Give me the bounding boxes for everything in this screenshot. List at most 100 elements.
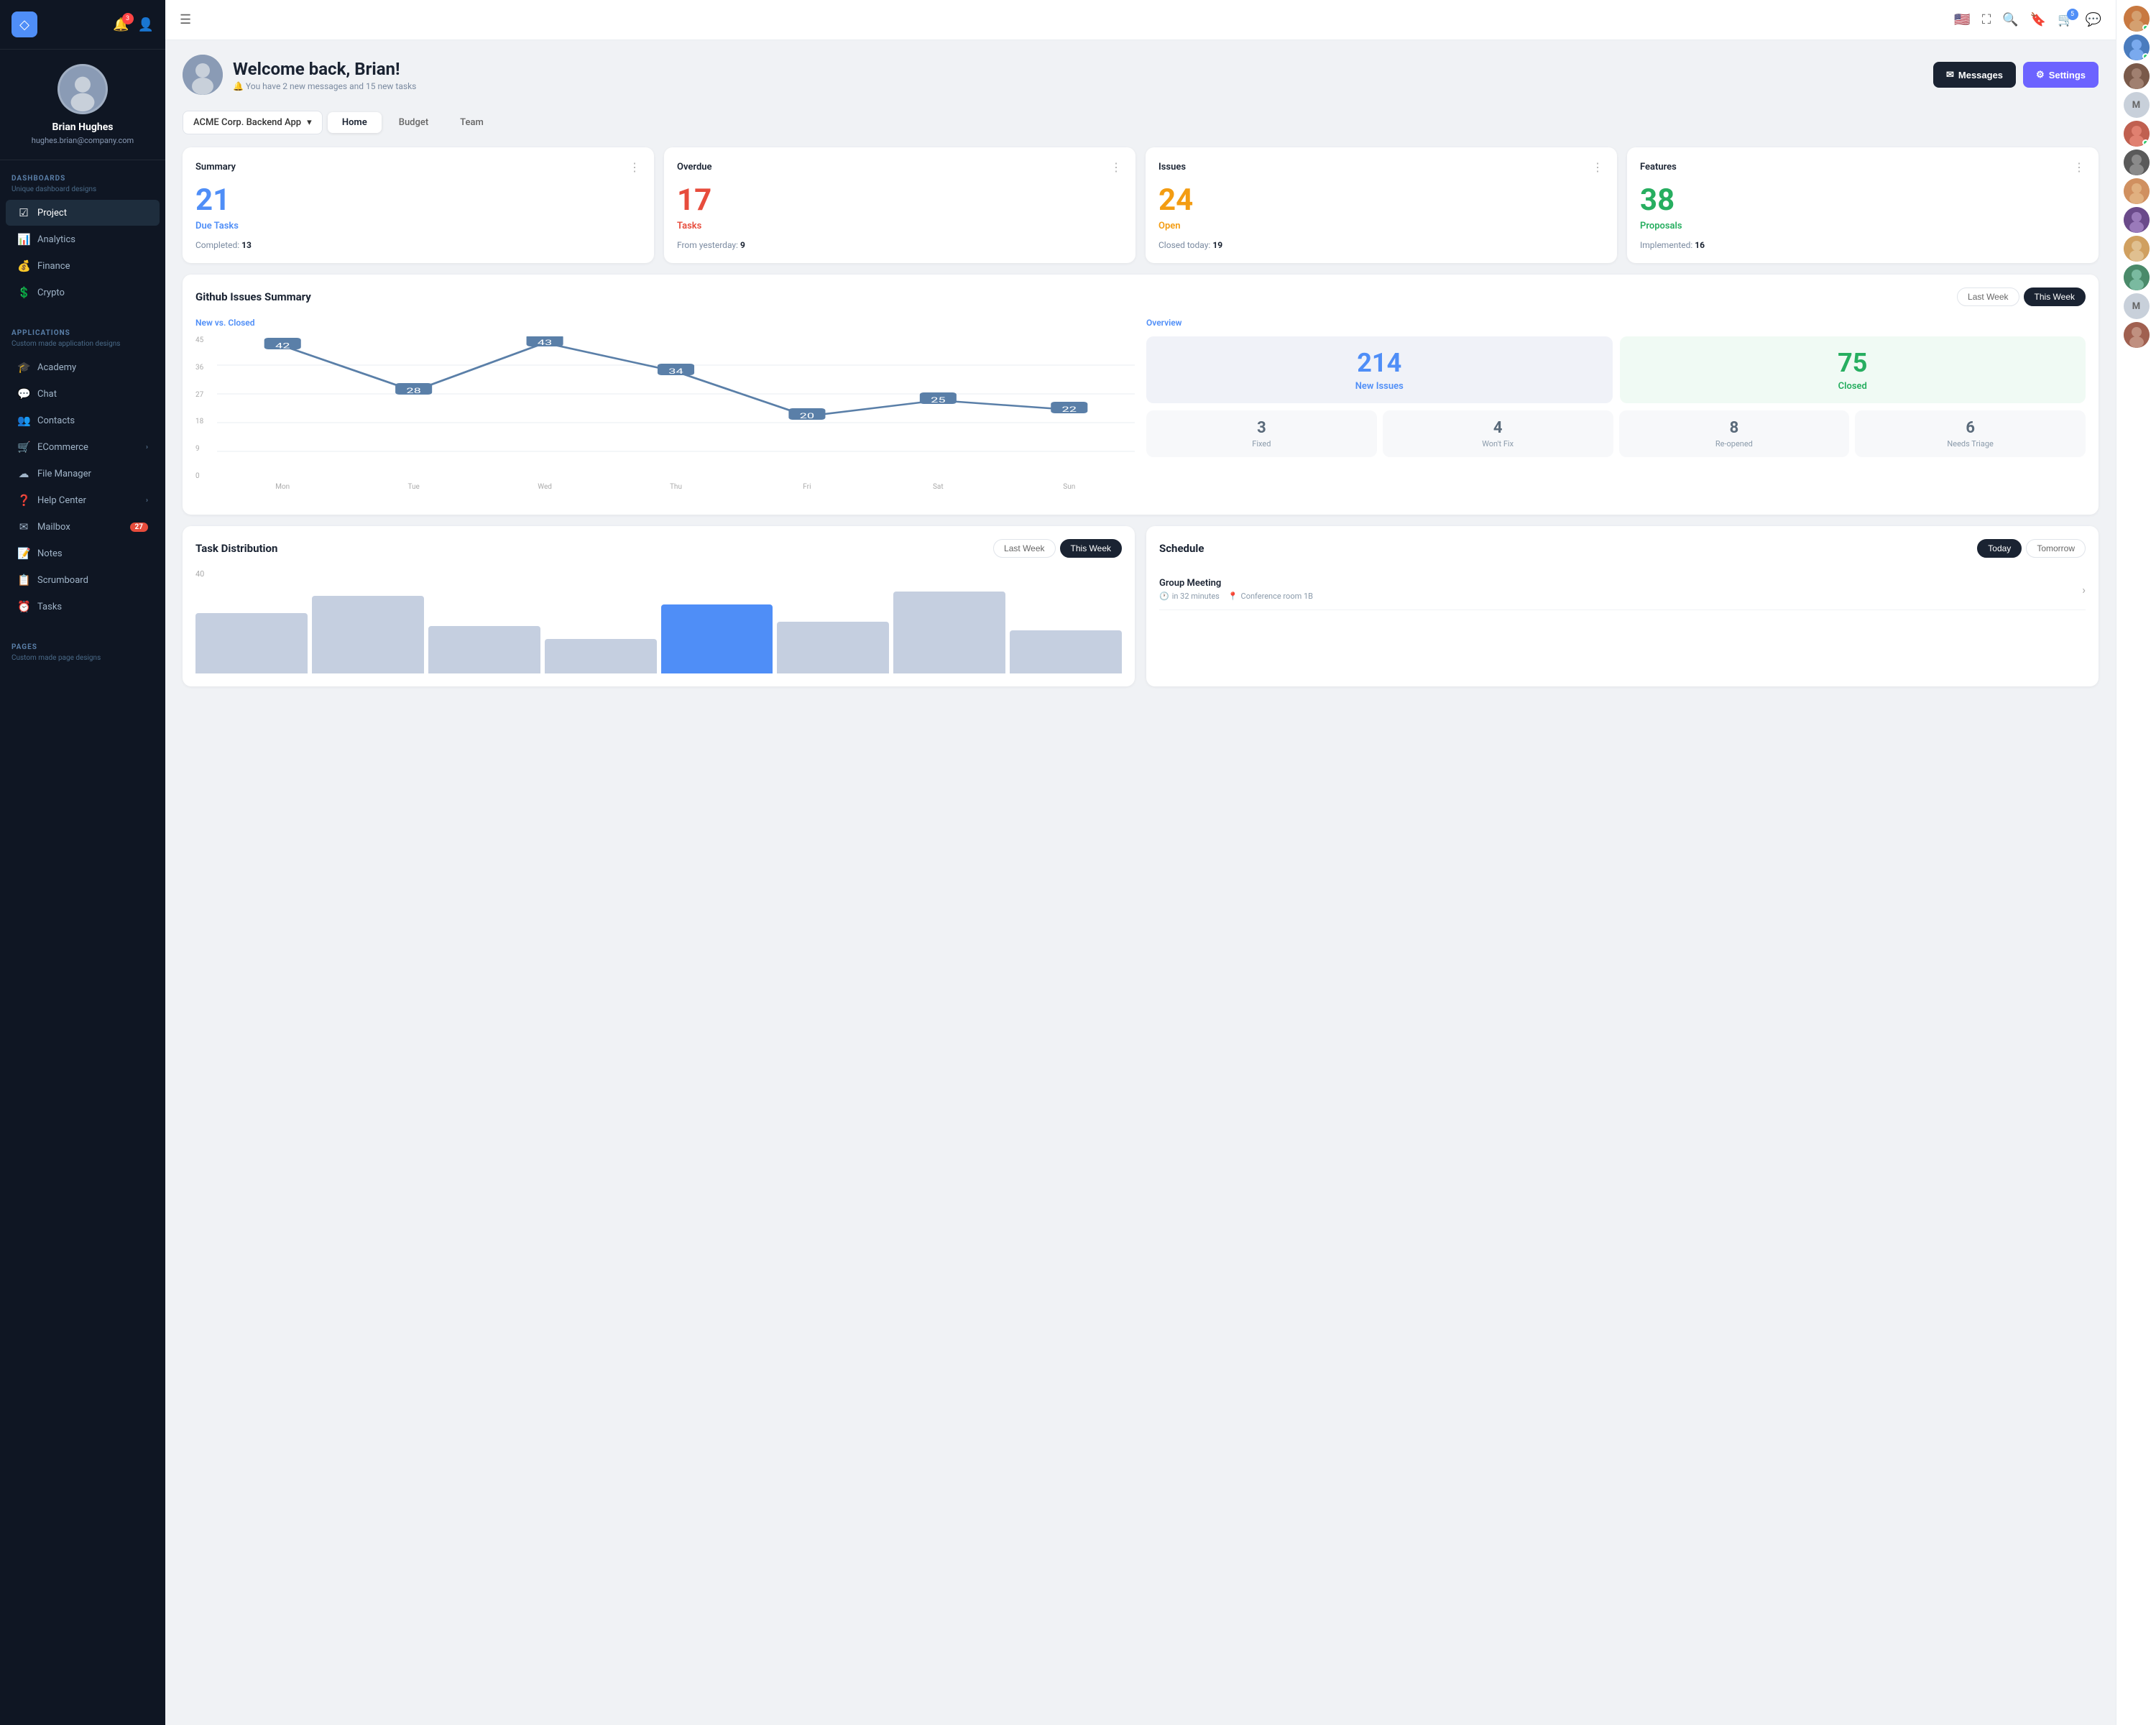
right-avatar-6[interactable] <box>2124 178 2150 204</box>
status-dot <box>2142 24 2149 31</box>
right-avatar-m1[interactable]: M <box>2124 92 2150 118</box>
schedule-location: 📍 Conference room 1B <box>1228 592 1313 601</box>
overdue-title: Overdue <box>677 162 712 172</box>
summary-menu-icon[interactable]: ⋮ <box>629 160 641 174</box>
right-avatar-2[interactable] <box>2124 34 2150 60</box>
search-icon[interactable]: 🔍 <box>2002 12 2018 27</box>
user-name: Brian Hughes <box>11 121 154 133</box>
sidebar-item-filemanager[interactable]: ☁ File Manager <box>6 461 160 487</box>
github-week-toggle: Last Week This Week <box>1957 288 2086 306</box>
sidebar-item-academy[interactable]: 🎓 Academy <box>6 354 160 380</box>
welcome-left: Welcome back, Brian! 🔔 You have 2 new me… <box>183 55 416 95</box>
y-label-18: 18 <box>195 418 213 426</box>
sidebar-item-crypto[interactable]: 💲 Crypto <box>6 280 160 305</box>
schedule-header: Schedule Today Tomorrow <box>1159 539 2086 558</box>
sidebar-item-notes[interactable]: 📝 Notes <box>6 540 160 566</box>
welcome-avatar <box>183 55 223 95</box>
sidebar-item-label: Crypto <box>37 288 148 298</box>
svg-text:42: 42 <box>275 341 290 350</box>
sidebar-item-project[interactable]: ☑ Project <box>6 200 160 226</box>
schedule-card: Schedule Today Tomorrow Group Meeting 🕐 … <box>1146 526 2099 686</box>
task-this-week-button[interactable]: This Week <box>1060 539 1122 558</box>
contacts-icon: 👥 <box>17 414 30 427</box>
right-avatar-m2[interactable]: M <box>2124 293 2150 319</box>
task-dist-header: Task Distribution Last Week This Week <box>195 539 1122 558</box>
sidebar-item-finance[interactable]: 💰 Finance <box>6 253 160 279</box>
chart-inner: 42 28 43 34 20 25 <box>217 336 1135 502</box>
task-last-week-button[interactable]: Last Week <box>993 539 1055 558</box>
bookmark-icon[interactable]: 🔖 <box>2030 12 2046 27</box>
tab-team[interactable]: Team <box>446 112 498 133</box>
arrow-icon: › <box>146 443 148 451</box>
location-icon: 📍 <box>1228 592 1238 601</box>
right-avatar-8[interactable] <box>2124 236 2150 262</box>
sidebar-item-helpcenter[interactable]: ❓ Help Center › <box>6 487 160 513</box>
reopened-card: 8 Re-opened <box>1619 410 1850 457</box>
sidebar-item-label: File Manager <box>37 469 148 479</box>
sidebar-logo[interactable]: ◇ <box>11 12 37 37</box>
right-avatar-10[interactable] <box>2124 322 2150 348</box>
issues-menu-icon[interactable]: ⋮ <box>1592 160 1604 174</box>
messages-button[interactable]: ✉ Messages <box>1933 62 2016 88</box>
right-avatar-9[interactable] <box>2124 264 2150 290</box>
triage-number: 6 <box>1864 419 2077 437</box>
wontfix-card: 4 Won't Fix <box>1383 410 1613 457</box>
tab-budget[interactable]: Budget <box>384 112 443 133</box>
tab-bar: Home Budget Team <box>325 109 501 136</box>
tomorrow-button[interactable]: Tomorrow <box>2026 539 2086 558</box>
closed-number: 75 <box>1631 348 2075 378</box>
overdue-menu-icon[interactable]: ⋮ <box>1110 160 1123 174</box>
sidebar-item-contacts[interactable]: 👥 Contacts <box>6 408 160 433</box>
user-circle-icon[interactable]: 👤 <box>138 17 154 32</box>
welcome-text: Welcome back, Brian! 🔔 You have 2 new me… <box>233 59 416 91</box>
pages-label: PAGES <box>0 638 165 654</box>
project-selector[interactable]: ACME Corp. Backend App ▾ <box>183 111 323 134</box>
features-menu-icon[interactable]: ⋮ <box>2073 160 2086 174</box>
y-label-36: 36 <box>195 364 213 372</box>
sidebar-item-tasks[interactable]: ⏰ Tasks <box>6 594 160 620</box>
right-avatar-4[interactable] <box>2124 121 2150 147</box>
cart-icon[interactable]: 🛒 5 <box>2058 12 2073 27</box>
wontfix-label: Won't Fix <box>1391 439 1605 448</box>
flag-icon[interactable]: 🇺🇸 <box>1954 12 1970 27</box>
today-button[interactable]: Today <box>1977 539 2022 558</box>
right-avatar-5[interactable] <box>2124 150 2150 175</box>
right-avatar-1[interactable] <box>2124 6 2150 32</box>
sidebar-item-chat[interactable]: 💬 Chat <box>6 381 160 407</box>
sidebar-item-ecommerce[interactable]: 🛒 ECommerce › <box>6 434 160 460</box>
status-dot <box>2142 53 2149 60</box>
schedule-item-arrow[interactable]: › <box>2082 583 2086 597</box>
right-avatar-7[interactable] <box>2124 207 2150 233</box>
sidebar-item-scrumboard[interactable]: 📋 Scrumboard <box>6 567 160 593</box>
sidebar-item-label: Scrumboard <box>37 575 148 586</box>
stat-cards: Summary ⋮ 21 Due Tasks Completed: 13 Ove… <box>183 147 2099 263</box>
day-label-wed: Wed <box>479 483 610 502</box>
schedule-item: Group Meeting 🕐 in 32 minutes 📍 Conferen… <box>1159 569 2086 610</box>
fullscreen-icon[interactable]: ⛶ <box>1982 12 1991 27</box>
github-section: Github Issues Summary Last Week This Wee… <box>183 275 2099 515</box>
sidebar-item-label: Finance <box>37 261 148 272</box>
sidebar-item-label: Analytics <box>37 234 148 245</box>
day-label-fri: Fri <box>742 483 872 502</box>
settings-button[interactable]: ⚙ Settings <box>2023 62 2099 88</box>
status-dot <box>2142 139 2149 146</box>
last-week-button[interactable]: Last Week <box>1957 288 2019 306</box>
sidebar-item-label: Chat <box>37 389 148 400</box>
applications-section: APPLICATIONS Custom made application des… <box>0 315 165 629</box>
notification-bell[interactable]: 🔔 3 <box>113 17 129 32</box>
chevron-down-icon: ▾ <box>307 117 312 128</box>
chart-container: 0 9 18 27 36 45 <box>195 336 1135 502</box>
issues-secondary: Closed today: 19 <box>1158 240 1604 250</box>
sidebar-item-analytics[interactable]: 📊 Analytics <box>6 226 160 252</box>
profile-section: Brian Hughes hughes.brian@company.com <box>0 50 165 160</box>
tab-home[interactable]: Home <box>328 112 382 133</box>
td-bar-8 <box>1010 630 1122 673</box>
sidebar-item-mailbox[interactable]: ✉ Mailbox 27 <box>6 514 160 540</box>
hamburger-menu[interactable]: ☰ <box>180 12 191 27</box>
sidebar-item-label: Notes <box>37 548 148 559</box>
pages-sublabel: Custom made page designs <box>0 654 165 668</box>
chat-bubble-icon[interactable]: 💬 <box>2086 12 2101 27</box>
right-avatar-3[interactable] <box>2124 63 2150 89</box>
day-labels: Mon Tue Wed Thu Fri Sat Sun <box>217 483 1135 502</box>
this-week-button[interactable]: This Week <box>2024 288 2086 306</box>
